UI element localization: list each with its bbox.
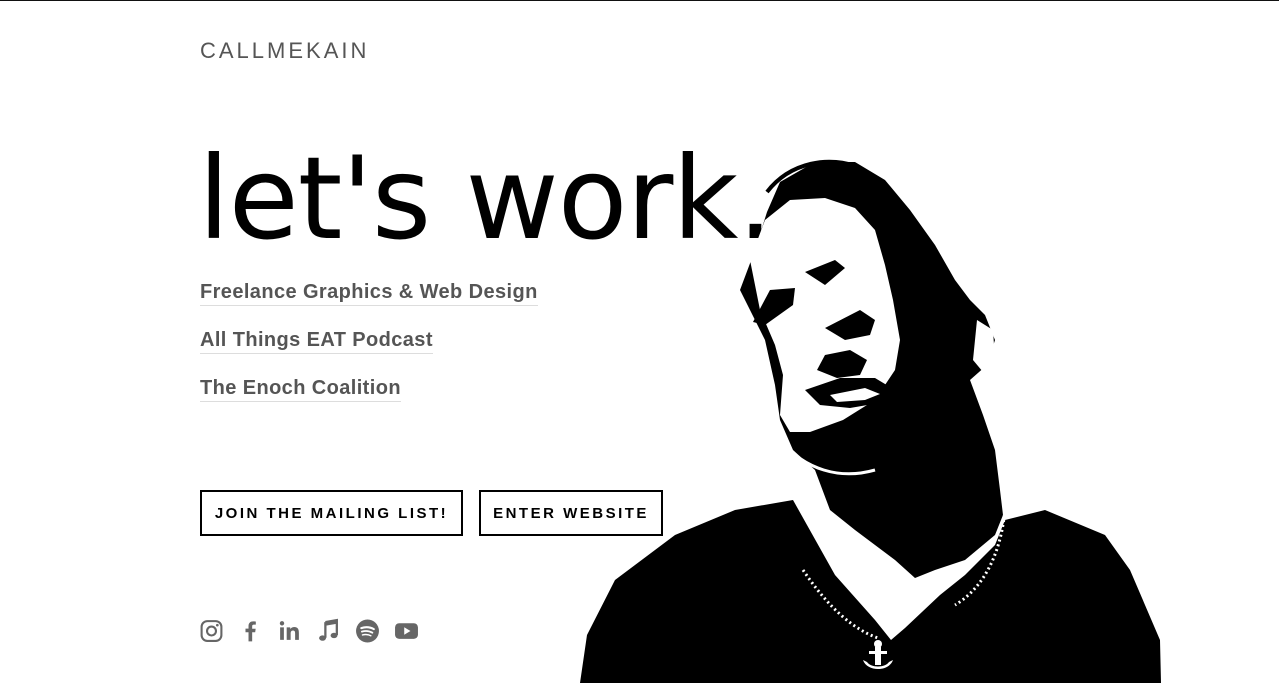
portrait-illustration (580, 159, 1161, 683)
spotify-link[interactable] (355, 618, 380, 644)
join-mailing-list-button[interactable]: JOIN THE MAILING LIST! (200, 490, 463, 536)
instagram-link[interactable] (199, 618, 224, 644)
youtube-link[interactable] (394, 618, 419, 644)
site-logo[interactable]: CALLMEKAIN (200, 38, 369, 64)
instagram-icon (200, 620, 223, 642)
link-freelance-design[interactable]: Freelance Graphics & Web Design (200, 281, 538, 306)
facebook-link[interactable] (238, 618, 263, 644)
spotify-icon (356, 619, 379, 643)
apple-music-link[interactable] (316, 618, 341, 644)
apple-music-icon (319, 618, 338, 641)
youtube-icon (395, 623, 418, 639)
linkedin-icon (279, 621, 299, 640)
link-enoch-coalition[interactable]: The Enoch Coalition (200, 377, 401, 402)
social-links (199, 618, 419, 644)
link-podcast[interactable]: All Things EAT Podcast (200, 329, 433, 354)
facebook-icon (245, 621, 256, 642)
linkedin-link[interactable] (277, 618, 302, 644)
